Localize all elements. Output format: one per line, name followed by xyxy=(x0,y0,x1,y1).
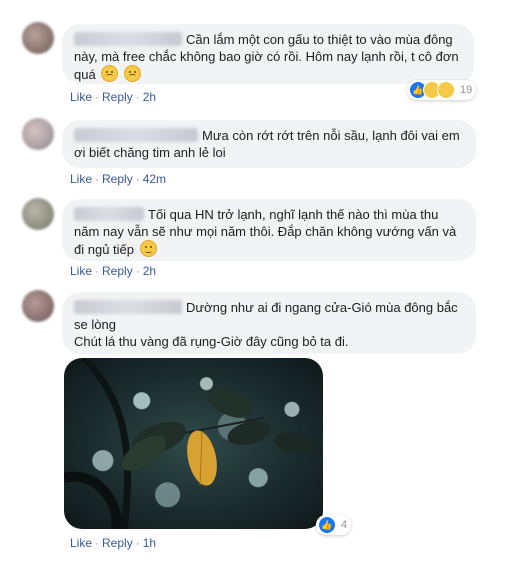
comment-actions: Like · Reply · 1h xyxy=(70,536,157,550)
attached-photo[interactable] xyxy=(64,358,323,529)
pensive-emoji-icon xyxy=(123,65,141,82)
reaction-count: 4 xyxy=(341,519,348,531)
comment-actions: Like · Reply · 2h xyxy=(70,264,157,278)
reaction-summary[interactable]: 👍 19 xyxy=(407,80,477,100)
comment-actions: Like · Reply · 42m xyxy=(70,172,167,186)
like-link[interactable]: Like xyxy=(70,172,92,186)
avatar[interactable] xyxy=(22,118,54,150)
autumn-leaf-image xyxy=(64,358,314,529)
reaction-summary[interactable]: 👍 4 xyxy=(316,515,352,535)
author-name[interactable] xyxy=(74,128,198,142)
timestamp[interactable]: 2h xyxy=(143,264,156,278)
avatar[interactable] xyxy=(22,198,54,230)
reply-link[interactable]: Reply xyxy=(102,172,133,186)
comment-bubble: Mưa còn rớt rớt trên nỗi sầu, lạnh đôi v… xyxy=(62,120,476,168)
avatar[interactable] xyxy=(22,22,54,54)
pensive-emoji-icon xyxy=(101,65,119,82)
comment-actions: Like · Reply · 2h xyxy=(70,90,157,104)
smile-emoji-icon xyxy=(139,240,157,257)
comment-bubble: Tối qua HN trở lạnh, nghĩ lạnh thế nào t… xyxy=(62,199,476,261)
comment-bubble: Cần lắm một con gấu to thiệt to vào mùa … xyxy=(62,24,474,84)
timestamp[interactable]: 2h xyxy=(143,90,156,104)
avatar[interactable] xyxy=(22,290,54,322)
author-name[interactable] xyxy=(74,300,182,314)
reaction-count: 19 xyxy=(460,84,473,96)
timestamp[interactable]: 42m xyxy=(143,172,166,186)
reply-link[interactable]: Reply xyxy=(102,264,133,278)
author-name[interactable] xyxy=(74,32,182,46)
like-icon: 👍 xyxy=(318,516,336,534)
reply-link[interactable]: Reply xyxy=(102,90,133,104)
like-link[interactable]: Like xyxy=(70,264,92,278)
reply-link[interactable]: Reply xyxy=(102,536,133,550)
timestamp[interactable]: 1h xyxy=(143,536,156,550)
like-link[interactable]: Like xyxy=(70,90,92,104)
author-name[interactable] xyxy=(74,207,144,221)
sad-icon xyxy=(437,81,455,99)
comment-bubble: Dường như ai đi ngang cửa-Gió mùa đông b… xyxy=(62,292,476,354)
like-link[interactable]: Like xyxy=(70,536,92,550)
comment-text-line-2: Chút lá thu vàng đã rụng-Giờ đây cũng bỏ… xyxy=(74,334,349,349)
